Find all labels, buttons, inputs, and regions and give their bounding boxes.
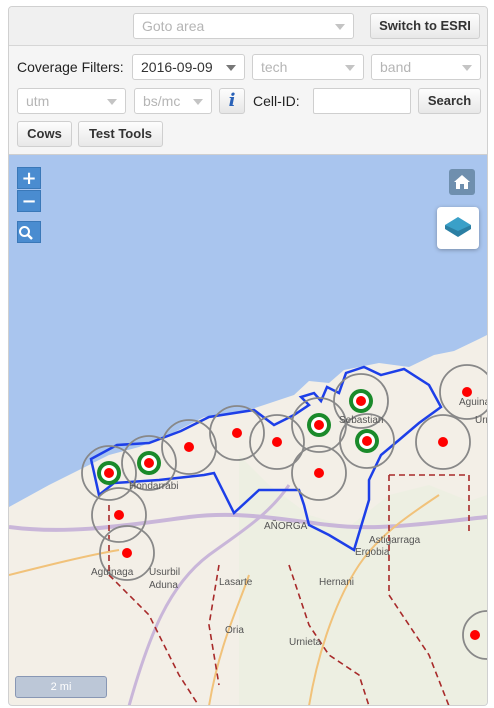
- place-label: Ergobia: [355, 547, 390, 558]
- place-label: Aguinaga: [91, 567, 134, 578]
- band-select[interactable]: band: [371, 54, 481, 80]
- chevron-down-icon: [335, 24, 345, 30]
- place-label: Lasarte: [219, 577, 253, 588]
- chevron-down-icon: [193, 99, 203, 105]
- coverage-filters-label: Coverage Filters:: [17, 59, 124, 75]
- chevron-down-icon: [345, 65, 355, 71]
- utm-select[interactable]: utm: [17, 88, 126, 114]
- place-label: Oria: [225, 625, 244, 636]
- scale-bar: 2 mi: [15, 676, 107, 698]
- place-label: Usurbil: [149, 567, 180, 578]
- chevron-down-icon: [462, 65, 472, 71]
- search-button[interactable]: Search: [418, 88, 481, 114]
- place-label: Aduna: [149, 580, 178, 591]
- chevron-down-icon: [107, 99, 117, 105]
- map-canvas[interactable]: Sebastian Hondarrabi Urnieta Aguinaga Us…: [9, 155, 487, 706]
- switch-to-esri-button[interactable]: Switch to ESRI: [370, 13, 480, 39]
- top-bar: Goto area Switch to ESRI: [9, 7, 487, 46]
- map-view[interactable]: Sebastian Hondarrabi Urnieta Aguinaga Us…: [9, 154, 487, 706]
- goto-area-select[interactable]: Goto area: [133, 13, 354, 39]
- utm-placeholder: utm: [26, 93, 50, 109]
- test-tools-button[interactable]: Test Tools: [78, 121, 163, 147]
- home-icon: [454, 175, 470, 189]
- zoom-in-button[interactable]: +: [17, 167, 41, 189]
- goto-area-placeholder: Goto area: [142, 18, 205, 34]
- place-label: AÑORGA: [264, 519, 308, 532]
- place-label: Urnieta: [289, 637, 322, 648]
- cell-id-input[interactable]: [313, 88, 411, 114]
- place-label: Aguinaga: [459, 397, 487, 408]
- magnifier-icon: [19, 226, 33, 240]
- place-label: Hernani: [319, 577, 354, 588]
- layers-button[interactable]: [437, 207, 479, 249]
- bsmc-select[interactable]: bs/mc: [134, 88, 212, 114]
- place-label: Sebastian: [339, 415, 383, 426]
- tech-select[interactable]: tech: [252, 54, 364, 80]
- magnifier-button[interactable]: [17, 221, 41, 243]
- bsmc-placeholder: bs/mc: [143, 93, 181, 109]
- chevron-down-icon: [226, 65, 236, 71]
- date-select[interactable]: 2016-09-09: [132, 54, 245, 80]
- band-placeholder: band: [380, 59, 412, 75]
- coverage-panel: Goto area Switch to ESRI Coverage Filter…: [8, 6, 488, 706]
- home-button[interactable]: [449, 169, 475, 195]
- zoom-out-button[interactable]: −: [17, 190, 41, 212]
- tech-placeholder: tech: [261, 59, 288, 75]
- layers-icon: [445, 217, 471, 237]
- date-value: 2016-09-09: [141, 59, 213, 75]
- place-label: Hondarrabi: [129, 481, 178, 492]
- cows-button[interactable]: Cows: [17, 121, 72, 147]
- cell-id-label: Cell-ID:: [253, 93, 300, 109]
- place-label: Astigarraga: [369, 535, 421, 546]
- place-label: Urnieta: [475, 415, 487, 426]
- info-button[interactable]: i: [219, 88, 245, 114]
